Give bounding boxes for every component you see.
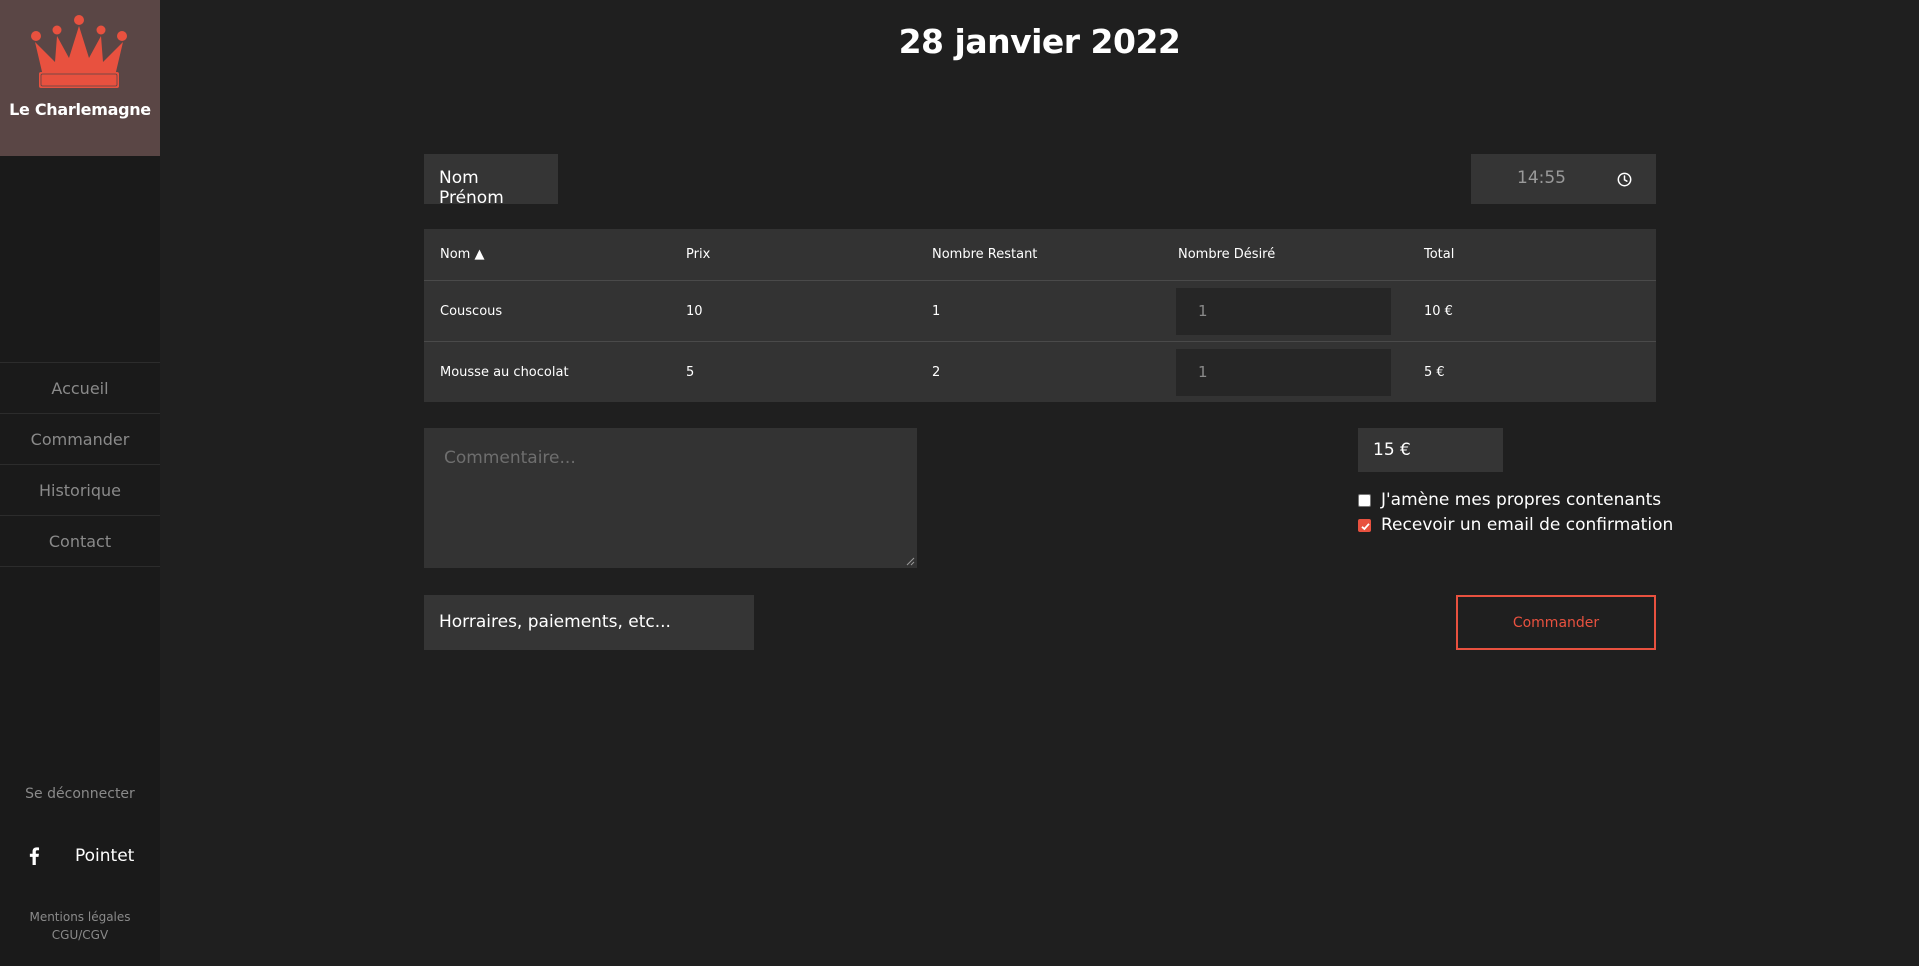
email-confirmation-label[interactable]: Recevoir un email de confirmation xyxy=(1381,515,1673,535)
legal-links: Mentions légales CGU/CGV xyxy=(0,908,160,944)
column-header-desired[interactable]: Nombre Désiré xyxy=(1162,247,1408,262)
item-total: 5 € xyxy=(1424,364,1445,380)
comment-placeholder: Commentaire... xyxy=(444,448,576,468)
commander-button[interactable]: Commander xyxy=(1456,595,1656,650)
order-table: Nom ▲ Prix Nombre Restant Nombre Désiré … xyxy=(424,229,1656,402)
sidebar: Le Charlemagne Accueil Commander Histori… xyxy=(0,0,160,966)
sidebar-item-accueil[interactable]: Accueil xyxy=(0,363,160,414)
item-price: 10 xyxy=(686,303,703,319)
page-title: 28 janvier 2022 xyxy=(898,22,1181,61)
customer-name: Nom Prénom xyxy=(424,154,558,208)
item-remaining: 1 xyxy=(932,303,941,319)
logo[interactable]: Le Charlemagne xyxy=(0,0,160,156)
cgu-cgv-link[interactable]: CGU/CGV xyxy=(0,926,160,944)
resize-grip-icon[interactable] xyxy=(905,556,915,566)
clock-icon[interactable] xyxy=(1617,172,1632,187)
sidebar-item-commander[interactable]: Commander xyxy=(0,414,160,465)
facebook-icon xyxy=(29,847,40,865)
item-name: Couscous xyxy=(440,303,503,319)
table-header: Nom ▲ Prix Nombre Restant Nombre Désiré … xyxy=(424,229,1656,281)
email-confirmation-checkbox[interactable] xyxy=(1358,518,1371,532)
item-desired-cell: 1 xyxy=(1162,348,1408,396)
checkmark-icon xyxy=(1361,522,1370,530)
column-header-prix[interactable]: Prix xyxy=(670,247,916,262)
sidebar-nav: Accueil Commander Historique Contact xyxy=(0,362,160,567)
column-header-nom[interactable]: Nom ▲ xyxy=(424,247,670,262)
logout-link[interactable]: Se déconnecter xyxy=(0,786,160,802)
facebook-link[interactable]: Pointet xyxy=(0,845,160,869)
table-row: Couscous 10 1 1 10 € xyxy=(424,281,1656,342)
option-own-containers[interactable]: J'amène mes propres contenants xyxy=(1358,490,1661,510)
comment-textarea[interactable]: Commentaire... xyxy=(424,428,917,568)
time-input[interactable]: 14:55 xyxy=(1471,154,1656,204)
own-containers-label[interactable]: J'amène mes propres contenants xyxy=(1381,490,1661,510)
own-containers-checkbox[interactable] xyxy=(1358,493,1371,507)
table-row: Mousse au chocolat 5 2 1 5 € xyxy=(424,342,1656,402)
option-email-confirmation[interactable]: Recevoir un email de confirmation xyxy=(1358,515,1673,535)
sidebar-item-contact[interactable]: Contact xyxy=(0,516,160,567)
brand-name: Le Charlemagne xyxy=(9,100,151,119)
quantity-input[interactable]: 1 xyxy=(1176,287,1391,335)
column-header-remaining[interactable]: Nombre Restant xyxy=(916,247,1162,262)
item-remaining: 2 xyxy=(932,364,941,380)
time-value: 14:55 xyxy=(1517,168,1566,188)
info-dropdown[interactable]: Horraires, paiements, etc... xyxy=(424,595,754,650)
quantity-input[interactable]: 1 xyxy=(1176,348,1391,396)
item-total: 10 € xyxy=(1424,303,1453,319)
sidebar-item-historique[interactable]: Historique xyxy=(0,465,160,516)
item-name: Mousse au chocolat xyxy=(440,364,569,380)
crown-icon xyxy=(31,15,127,88)
facebook-label[interactable]: Pointet xyxy=(75,846,134,866)
item-desired-cell: 1 xyxy=(1162,287,1408,335)
column-header-total[interactable]: Total xyxy=(1408,247,1656,262)
grand-total: 15 € xyxy=(1358,428,1503,472)
legal-mentions-link[interactable]: Mentions légales xyxy=(0,908,160,926)
item-price: 5 xyxy=(686,364,695,380)
